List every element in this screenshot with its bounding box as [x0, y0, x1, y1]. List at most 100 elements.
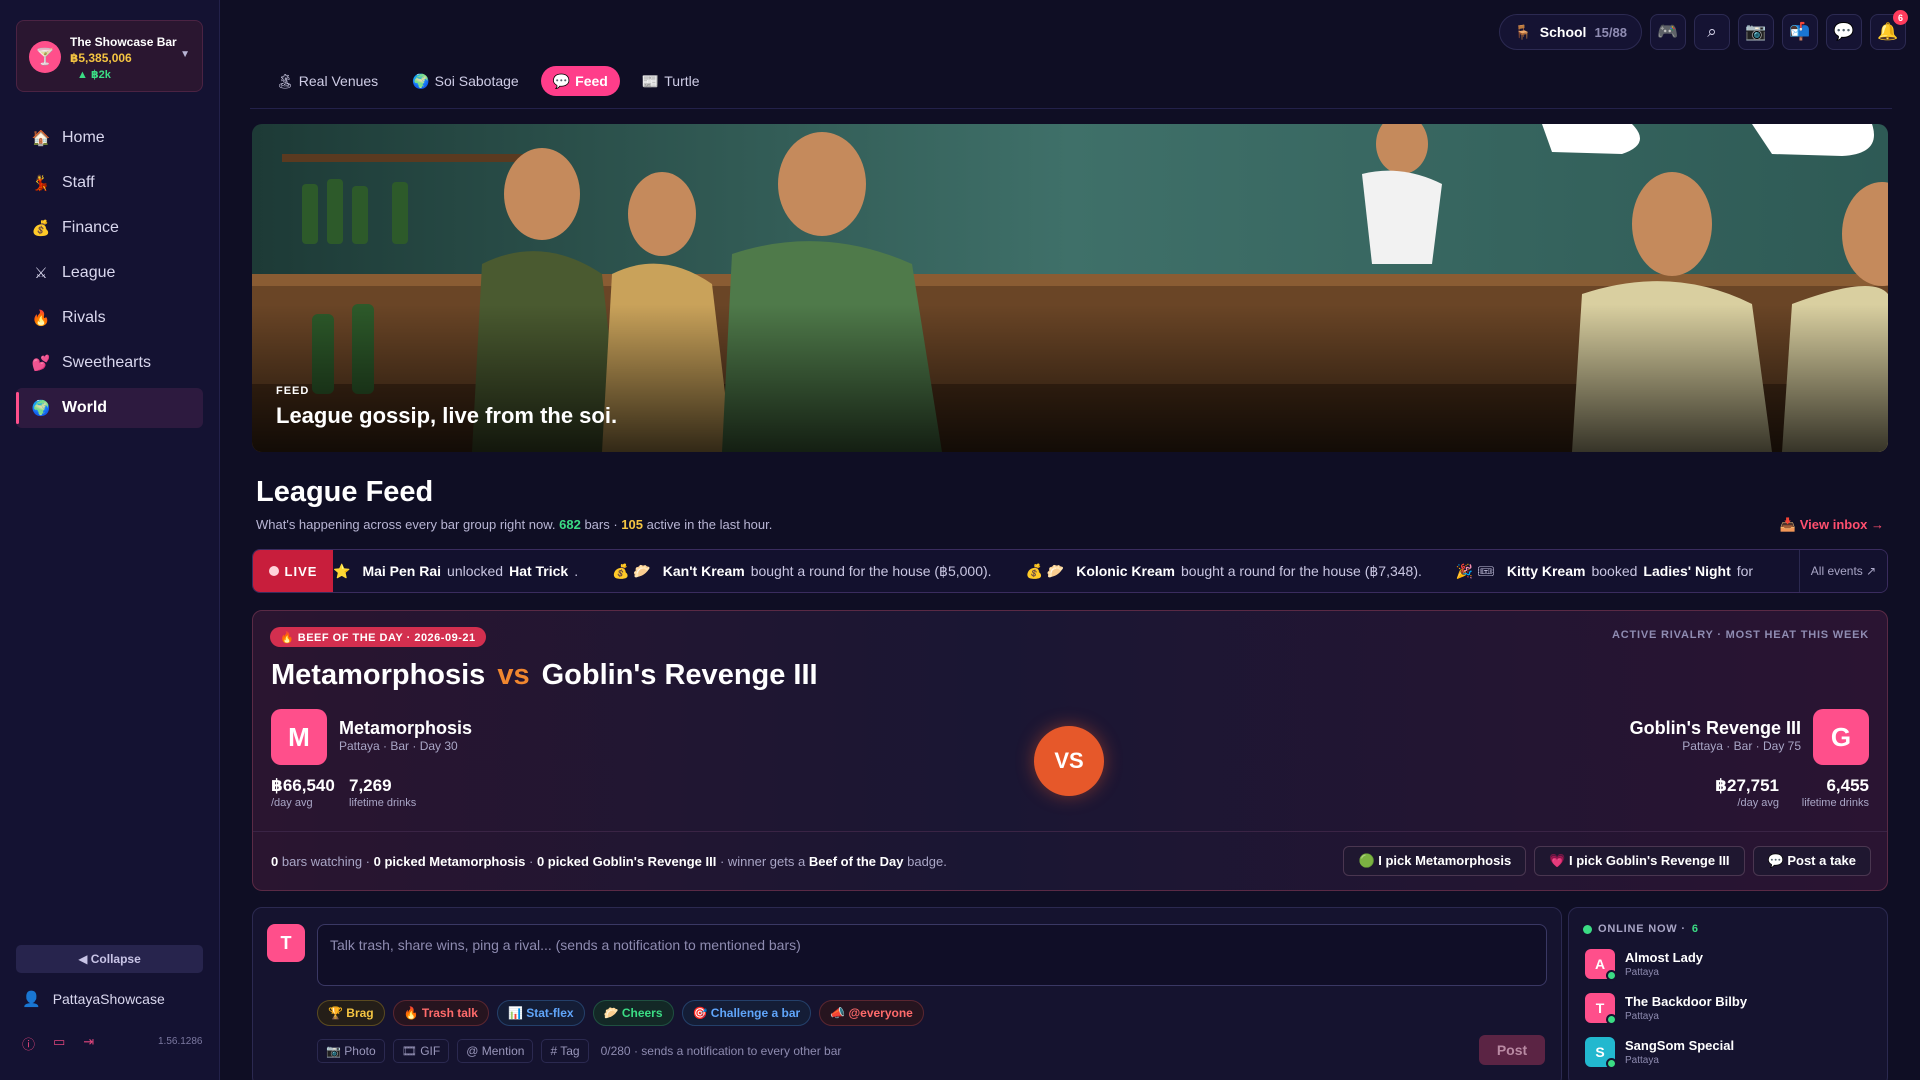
- badge-name: Beef of the Day: [808, 854, 904, 869]
- beef-of-the-day-card: 🔥 BEEF OF THE DAY · 2026-09-21 ACTIVE RI…: [252, 610, 1888, 891]
- chip-cheers[interactable]: 🥟 Cheers: [592, 1000, 674, 1026]
- online-user[interactable]: T The Backdoor Bilby Pattaya: [1585, 993, 1747, 1025]
- team-left-avatar[interactable]: M: [271, 709, 327, 765]
- nav-label: World: [62, 399, 108, 416]
- ticker-tail: for: [1736, 563, 1754, 579]
- composer-avatar: T: [267, 924, 305, 962]
- tab-label: Soi Sabotage: [434, 73, 519, 89]
- pick-left-button[interactable]: 🟢 I pick Metamorphosis: [1343, 846, 1527, 876]
- chat-icon[interactable]: ▭: [53, 1034, 65, 1053]
- globe-icon: 🌍: [31, 400, 51, 417]
- globe-icon: 🌍: [412, 72, 430, 89]
- badge-tail: badge.: [907, 854, 947, 869]
- camera-button[interactable]: 📷: [1738, 14, 1774, 50]
- money-bag-icon: 💰 🥟: [612, 562, 651, 579]
- team-right-name[interactable]: Goblin's Revenge III: [1630, 718, 1801, 739]
- hero-kicker: FEED: [276, 385, 310, 397]
- world-tabs: 🏝 Real Venues 🌍 Soi Sabotage 💬 Feed 📰 Turtle: [264, 66, 712, 96]
- ticker-tail: .: [574, 563, 579, 579]
- chip-challenge-bar[interactable]: 🎯 Challenge a bar: [681, 1000, 812, 1026]
- online-user-city: Pattaya: [1625, 1011, 1659, 1022]
- nav-label: League: [62, 264, 116, 281]
- school-button[interactable]: 🪑 School 15/88: [1499, 14, 1642, 50]
- gamepad-button[interactable]: 🎮: [1650, 14, 1686, 50]
- online-title: ONLINE NOW ·: [1598, 923, 1686, 935]
- pick-right-button[interactable]: 💗 I pick Goblin's Revenge III: [1534, 846, 1745, 876]
- tab-real-venues[interactable]: 🏝 Real Venues: [264, 66, 390, 96]
- help-icon[interactable]: ⓘ: [22, 1034, 35, 1053]
- user-profile[interactable]: 👤 PattayaShowcase: [22, 990, 165, 1008]
- notifications-button[interactable]: 🔔 6: [1870, 10, 1908, 50]
- topbar-actions: 🪑 School 15/88 🎮 ⌕ 📷 📬 💬 🔔 6: [1499, 10, 1908, 50]
- photo-button[interactable]: 📷 Photo: [317, 1039, 385, 1063]
- online-user-name: Almost Lady: [1625, 950, 1704, 965]
- messages-button[interactable]: 💬: [1826, 14, 1862, 50]
- ticker-verb: unlocked: [447, 563, 504, 579]
- online-user[interactable]: A Almost Lady Pattaya: [1585, 949, 1704, 981]
- post-take-button[interactable]: 💬 Post a take: [1752, 846, 1871, 876]
- team-left-drinks: 7,269: [349, 776, 392, 795]
- ticker-actor: Kitty Kream: [1506, 563, 1586, 579]
- bar-switcher[interactable]: 🍸 The Showcase Bar ฿5,385,006 ▲ ฿2k ▼: [16, 20, 203, 92]
- chip-trash-talk[interactable]: 🔥 Trash talk: [392, 1000, 489, 1026]
- ticker-verb: booked: [1591, 563, 1638, 579]
- nav-item-league[interactable]: ⚔ League: [16, 253, 203, 293]
- view-inbox-link[interactable]: 📥 View inbox →: [1780, 517, 1884, 533]
- nav-item-world[interactable]: 🌍 World: [16, 388, 203, 428]
- online-user[interactable]: S SangSom Special Pattaya: [1585, 1037, 1734, 1069]
- all-events-link[interactable]: All events ↗: [1799, 550, 1887, 592]
- nav-item-rivals[interactable]: 🔥 Rivals: [16, 298, 203, 338]
- ticker-verb: bought a round for the house (฿7,348).: [1181, 562, 1422, 579]
- nav-item-finance[interactable]: 💰 Finance: [16, 208, 203, 248]
- mention-button[interactable]: @ Mention: [457, 1039, 534, 1063]
- main-nav: 🏠 Home 💃 Staff 💰 Finance ⚔ League 🔥 Rivals 💕 S…: [16, 118, 203, 433]
- gif-button[interactable]: 🎞 GIF: [392, 1039, 450, 1063]
- mailbox-button[interactable]: 📬: [1782, 14, 1818, 50]
- tab-soi-sabotage[interactable]: 🌍 Soi Sabotage: [400, 66, 531, 96]
- nav-label: Finance: [62, 219, 119, 236]
- tab-feed[interactable]: 💬 Feed: [540, 66, 620, 96]
- tab-turtle[interactable]: 📰 Turtle: [630, 66, 712, 96]
- ticker-item[interactable]: 🎉 🎟 Kitty Kream booked Ladies' Night for: [1456, 550, 1753, 592]
- footer-separator: ·: [528, 854, 534, 869]
- team-right-drinks-label: lifetime drinks: [1801, 797, 1869, 809]
- live-ticker: LIVE ⭐ Mai Pen Rai unlocked Hat Trick. 💰 🥟 K…: [252, 549, 1888, 593]
- bars-count: 682: [559, 517, 581, 532]
- ticker-object: Hat Trick: [509, 563, 569, 579]
- search-button[interactable]: ⌕: [1694, 14, 1730, 50]
- logout-icon[interactable]: ⇥: [83, 1034, 94, 1053]
- tag-button[interactable]: # Tag: [541, 1039, 589, 1063]
- chip-everyone[interactable]: 📣 @everyone: [819, 1000, 924, 1026]
- avatar-initial: A: [1594, 956, 1606, 972]
- bell-icon: 🔔: [1877, 22, 1899, 41]
- ticker-verb: bought a round for the house (฿5,000).: [750, 562, 992, 579]
- chip-brag[interactable]: 🏆 Brag: [317, 1000, 385, 1026]
- ticker-item[interactable]: 💰 🥟 Kolonic Kream bought a round for the h…: [1025, 550, 1421, 592]
- online-status-icon: [1606, 970, 1617, 981]
- tabs-divider: [250, 108, 1892, 109]
- footer-icons: ⓘ ▭ ⇥: [22, 1034, 94, 1053]
- team-right-avatar[interactable]: G: [1813, 709, 1869, 765]
- collapse-sidebar-button[interactable]: ◀ Collapse: [16, 945, 203, 973]
- team-left-name[interactable]: Metamorphosis: [339, 718, 472, 739]
- post-composer: T 🏆 Brag 🔥 Trash talk 📊 Stat-flex 🥟 Chee…: [252, 907, 1562, 1080]
- team-right-drinks: 6,455: [1826, 776, 1869, 795]
- avatar-initial: S: [1595, 1044, 1605, 1060]
- team-right-daily-label: /day avg: [1737, 797, 1779, 809]
- nav-label: Rivals: [62, 309, 106, 326]
- ticker-item[interactable]: ⭐ Mai Pen Rai unlocked Hat Trick.: [333, 550, 578, 592]
- beef-title-vs: vs: [497, 659, 530, 691]
- online-dot-icon: [1583, 924, 1592, 934]
- post-button[interactable]: Post: [1479, 1035, 1545, 1065]
- nav-item-home[interactable]: 🏠 Home: [16, 118, 203, 158]
- online-now-header: ONLINE NOW · 6: [1583, 923, 1699, 935]
- money-bag-icon: 💰: [31, 220, 51, 237]
- nav-item-staff[interactable]: 💃 Staff: [16, 163, 203, 203]
- team-right-daily: ฿27,751: [1715, 776, 1779, 795]
- app-version: 1.56.1286: [158, 1036, 203, 1047]
- active-suffix: active in the last hour.: [646, 517, 773, 532]
- ticker-item[interactable]: 💰 🥟 Kan't Kream bought a round for the hou…: [612, 550, 992, 592]
- post-input[interactable]: [317, 924, 1547, 986]
- chip-stat-flex[interactable]: 📊 Stat-flex: [496, 1000, 585, 1026]
- nav-item-sweethearts[interactable]: 💕 Sweethearts: [16, 343, 203, 383]
